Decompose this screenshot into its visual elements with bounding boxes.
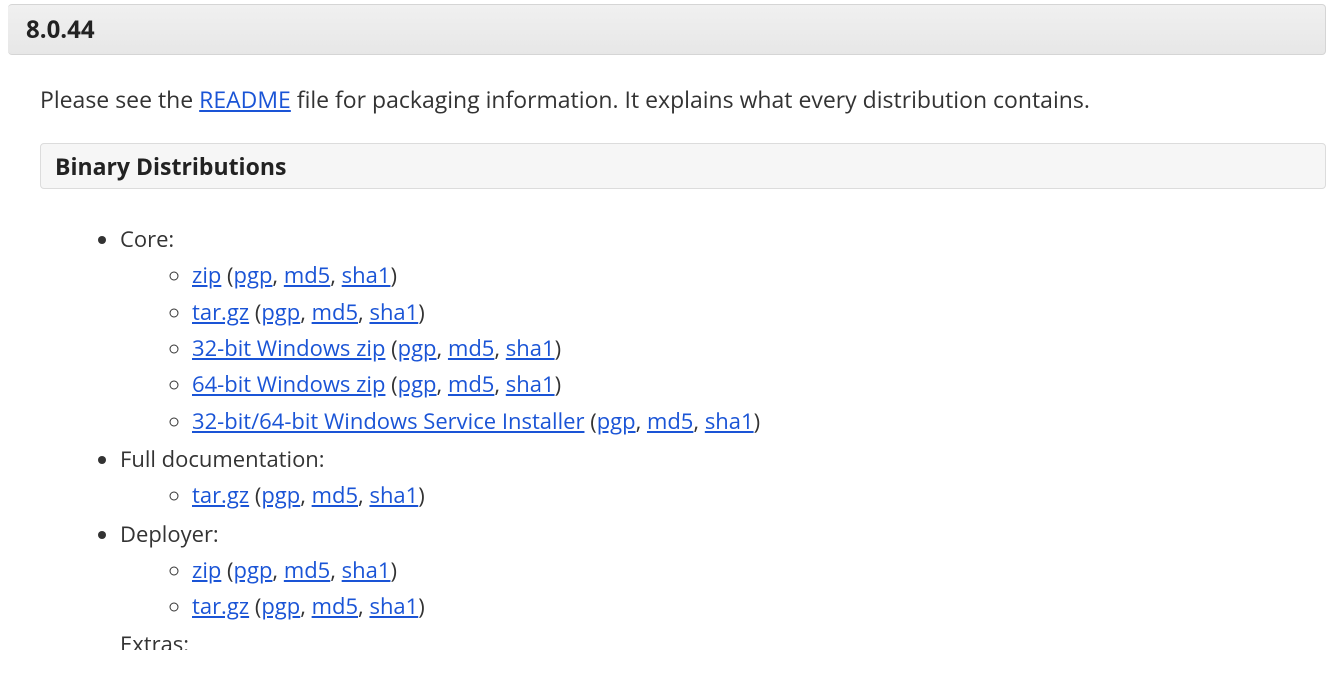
category-label: Extras:	[120, 629, 189, 650]
list-item: 64-bit Windows zip (pgp, md5, sha1)	[192, 366, 1326, 402]
sig-link-sha1[interactable]: sha1	[342, 555, 391, 585]
list-item: tar.gz (pgp, md5, sha1)	[192, 588, 1326, 624]
download-link[interactable]: zip	[192, 555, 221, 585]
sig-link-md5[interactable]: md5	[448, 333, 494, 363]
download-link[interactable]: tar.gz	[192, 480, 249, 510]
download-link[interactable]: tar.gz	[192, 297, 249, 327]
category-extras: Extras:	[120, 626, 1326, 650]
download-link[interactable]: 32-bit Windows zip	[192, 333, 385, 363]
category-label: Full documentation:	[120, 444, 325, 474]
download-link[interactable]: 32-bit/64-bit Windows Service Installer	[192, 406, 584, 436]
sig-link-md5[interactable]: md5	[284, 555, 330, 585]
sig-link-sha1[interactable]: sha1	[369, 297, 418, 327]
sig-link-pgp[interactable]: pgp	[234, 260, 273, 290]
intro-text-before: Please see the	[40, 83, 199, 115]
sig-link-sha1[interactable]: sha1	[506, 333, 555, 363]
category-deployer: Deployer: zip (pgp, md5, sha1) tar.gz (p…	[120, 516, 1326, 625]
sig-link-md5[interactable]: md5	[312, 591, 358, 621]
version-header: 8.0.44	[8, 4, 1326, 55]
download-link[interactable]: 64-bit Windows zip	[192, 369, 385, 399]
sig-link-md5[interactable]: md5	[312, 297, 358, 327]
category-label: Core:	[120, 224, 174, 254]
paren-close: )	[390, 260, 397, 290]
download-link[interactable]: tar.gz	[192, 591, 249, 621]
sig-link-pgp[interactable]: pgp	[261, 591, 300, 621]
list-item: tar.gz (pgp, md5, sha1)	[192, 477, 1326, 513]
list-item: zip (pgp, md5, sha1)	[192, 257, 1326, 293]
sig-link-md5[interactable]: md5	[647, 406, 693, 436]
sig-link-pgp[interactable]: pgp	[234, 555, 273, 585]
category-core: Core: zip (pgp, md5, sha1) tar.gz (pgp, …	[120, 221, 1326, 439]
binary-distributions-header: Binary Distributions	[40, 143, 1326, 189]
download-link[interactable]: zip	[192, 260, 221, 290]
sig-link-pgp[interactable]: pgp	[398, 333, 437, 363]
sig-link-pgp[interactable]: pgp	[261, 480, 300, 510]
sig-link-sha1[interactable]: sha1	[342, 260, 391, 290]
distribution-list: Core: zip (pgp, md5, sha1) tar.gz (pgp, …	[0, 189, 1326, 650]
sig-link-pgp[interactable]: pgp	[597, 406, 636, 436]
intro-paragraph: Please see the README file for packaging…	[0, 55, 1326, 143]
sig-link-md5[interactable]: md5	[448, 369, 494, 399]
list-item: 32-bit/64-bit Windows Service Installer …	[192, 403, 1326, 439]
list-item: tar.gz (pgp, md5, sha1)	[192, 294, 1326, 330]
sig-link-sha1[interactable]: sha1	[506, 369, 555, 399]
sig-link-sha1[interactable]: sha1	[705, 406, 754, 436]
sig-link-sha1[interactable]: sha1	[369, 591, 418, 621]
intro-text-after: file for packaging information. It expla…	[291, 83, 1090, 115]
sig-link-pgp[interactable]: pgp	[261, 297, 300, 327]
sig-link-md5[interactable]: md5	[312, 480, 358, 510]
category-full-documentation: Full documentation: tar.gz (pgp, md5, sh…	[120, 441, 1326, 514]
list-item: zip (pgp, md5, sha1)	[192, 552, 1326, 588]
list-item: 32-bit Windows zip (pgp, md5, sha1)	[192, 330, 1326, 366]
readme-link[interactable]: README	[199, 83, 291, 115]
sig-link-md5[interactable]: md5	[284, 260, 330, 290]
sig-link-sha1[interactable]: sha1	[369, 480, 418, 510]
category-label: Deployer:	[120, 519, 219, 549]
sig-link-pgp[interactable]: pgp	[398, 369, 437, 399]
